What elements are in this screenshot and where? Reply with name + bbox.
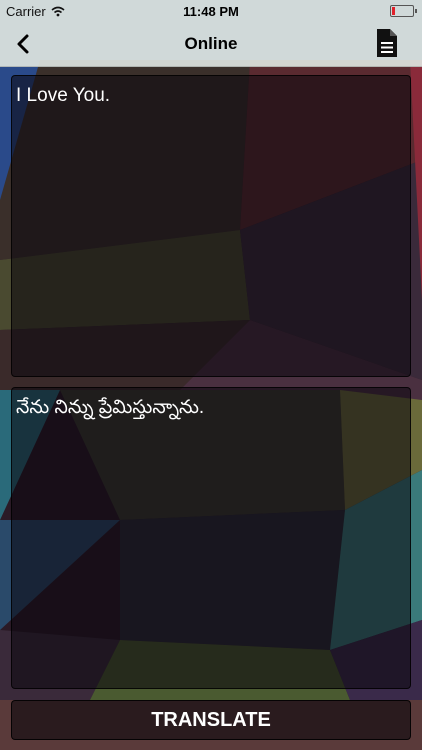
page-title: Online	[184, 34, 238, 53]
source-text-panel: I Love You.	[11, 75, 411, 377]
wifi-icon	[51, 6, 65, 16]
document-icon	[377, 29, 397, 57]
status-bar: Carrier	[0, 0, 422, 22]
back-button[interactable]	[8, 28, 40, 60]
document-button[interactable]	[374, 27, 400, 59]
translated-text: నేను నిన్ను ప్రేమిస్తున్నాను.	[16, 397, 205, 418]
battery-level-fill	[392, 7, 395, 15]
translate-button[interactable]: TRANSLATE	[11, 700, 411, 740]
translated-text-panel: నేను నిన్ను ప్రేమిస్తున్నాను.	[11, 387, 411, 689]
navigation-bar: Online	[0, 22, 422, 67]
status-left: Carrier	[0, 4, 65, 19]
carrier-label: Carrier	[6, 3, 46, 19]
source-text-input[interactable]: I Love You.	[12, 76, 410, 376]
chevron-left-icon	[17, 34, 29, 54]
battery-icon	[390, 5, 417, 17]
